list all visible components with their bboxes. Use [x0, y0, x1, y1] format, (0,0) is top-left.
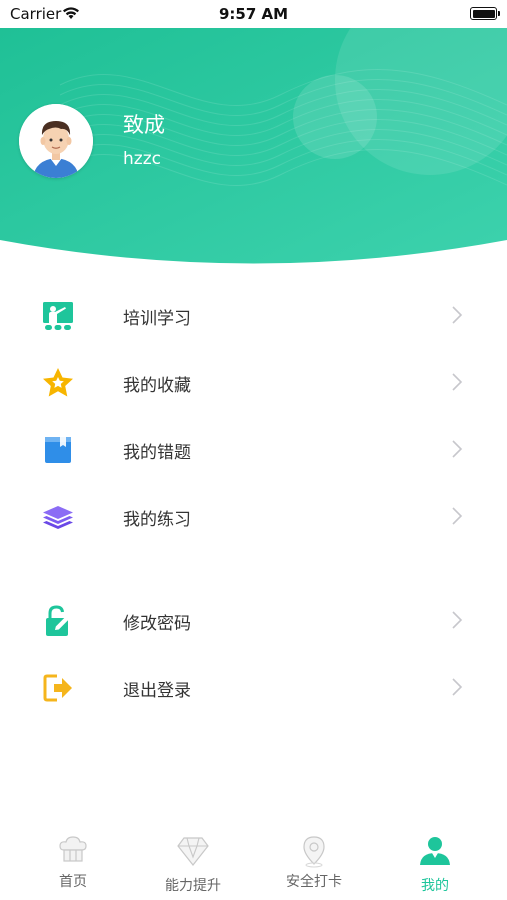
- status-time: 9:57 AM: [218, 5, 289, 23]
- tab-label-ability: 能力提升: [165, 878, 221, 894]
- chevron-right-icon: [452, 611, 463, 629]
- avatar-person-icon: [19, 104, 93, 178]
- chevron-right-icon: [452, 440, 463, 458]
- avatar[interactable]: [19, 104, 93, 178]
- training-board-icon: [43, 302, 73, 330]
- profile-name: 致成: [123, 113, 165, 137]
- battery-icon: [470, 7, 500, 20]
- menu-item-training[interactable]: 培训学习: [0, 285, 507, 345]
- menu-label-mistakes: 我的错题: [123, 443, 191, 463]
- profile-username: hzzc: [123, 149, 161, 169]
- tab-home[interactable]: 首页: [10, 828, 136, 900]
- menu-item-change-password[interactable]: 修改密码: [0, 590, 507, 650]
- logout-icon: [43, 674, 72, 702]
- tab-bar: 首页 能力提升 安全打卡 我的: [0, 828, 507, 900]
- lock-edit-icon: [46, 605, 72, 636]
- star-icon: [43, 368, 73, 397]
- menu-label-practice: 我的练习: [123, 510, 191, 530]
- tab-ability[interactable]: 能力提升: [130, 828, 256, 900]
- menu-item-logout[interactable]: 退出登录: [0, 657, 507, 717]
- menu-label-logout: 退出登录: [123, 681, 191, 701]
- menu-item-mistakes[interactable]: 我的错题: [0, 419, 507, 479]
- chevron-right-icon: [452, 306, 463, 324]
- chevron-right-icon: [452, 678, 463, 696]
- tab-label-mine: 我的: [421, 878, 449, 894]
- profile-header: 致成 hzzc: [0, 25, 507, 270]
- chevron-right-icon: [452, 507, 463, 525]
- status-bar: Carrier 9:57 AM: [0, 0, 507, 28]
- menu-label-change-password: 修改密码: [123, 614, 191, 634]
- user-icon: [420, 837, 450, 865]
- chevron-right-icon: [452, 373, 463, 391]
- tab-mine[interactable]: 我的: [372, 828, 498, 900]
- tab-label-home: 首页: [59, 874, 87, 890]
- tab-safety-checkin[interactable]: 安全打卡: [251, 828, 377, 900]
- diamond-icon: [177, 837, 209, 866]
- menu-item-favorites[interactable]: 我的收藏: [0, 352, 507, 412]
- bookmark-folder-icon: [45, 437, 71, 463]
- tab-label-safety-checkin: 安全打卡: [286, 874, 342, 890]
- home-hat-icon: [59, 836, 87, 862]
- menu-item-practice[interactable]: 我的练习: [0, 486, 507, 546]
- location-pin-icon: [303, 836, 325, 868]
- layers-icon: [43, 506, 73, 529]
- menu-label-favorites: 我的收藏: [123, 376, 191, 396]
- menu-label-training: 培训学习: [123, 309, 191, 329]
